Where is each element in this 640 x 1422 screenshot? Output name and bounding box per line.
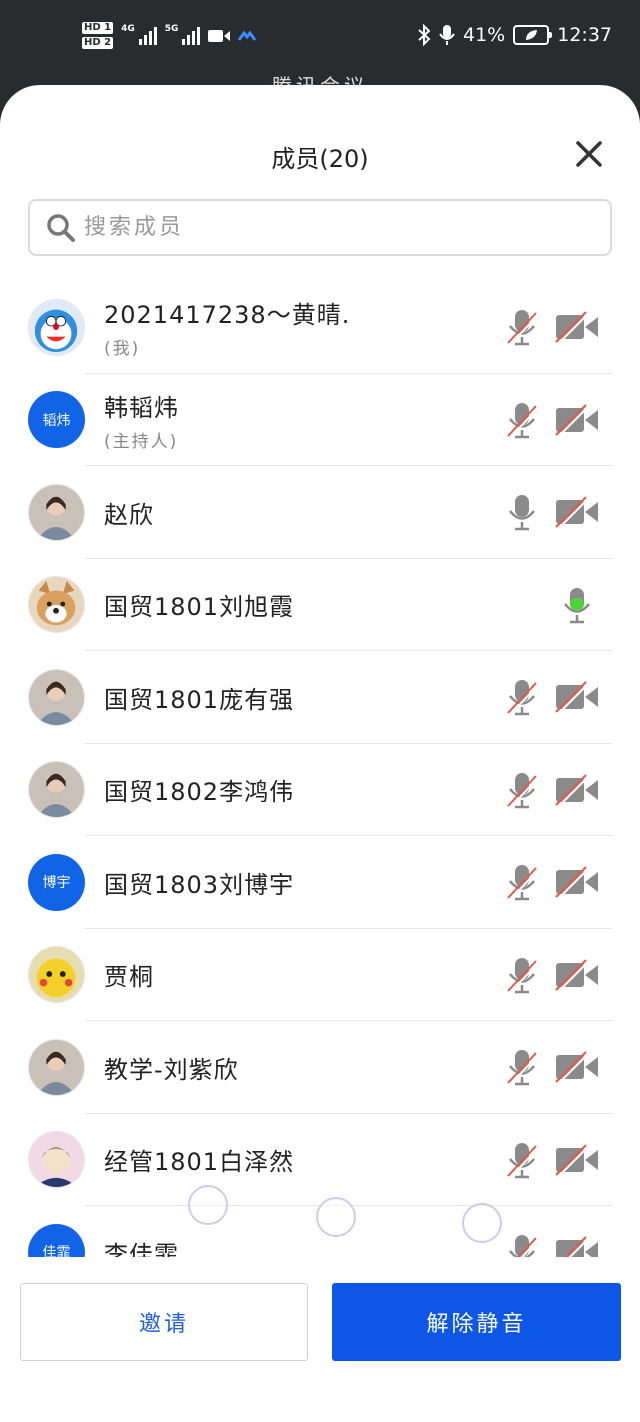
close-button[interactable] (572, 137, 606, 171)
member-row[interactable]: 2021417238～黄晴. (我) (0, 281, 640, 374)
clock: 12:37 (557, 24, 612, 46)
member-row[interactable]: 国贸1801庞有强 (0, 651, 640, 744)
mic-muted-icon[interactable] (505, 400, 539, 440)
member-name: 国贸1803刘博宇 (104, 870, 295, 899)
member-name: 韩韬炜 (104, 393, 179, 422)
dog-avatar (28, 576, 85, 634)
hd-badge-2: HD 2 (82, 37, 114, 49)
mic-muted-icon[interactable] (505, 862, 539, 902)
anime-avatar (28, 1131, 85, 1189)
camera-off-icon[interactable] (554, 495, 600, 530)
member-name-block: 2021417238～黄晴. (我) (104, 295, 350, 359)
member-name: 贾桐 (104, 963, 154, 992)
close-icon (576, 141, 602, 167)
member-name: 国贸1801刘旭霞 (104, 593, 295, 622)
invite-button[interactable]: 邀请 (20, 1283, 308, 1361)
camera-off-icon[interactable] (554, 1235, 600, 1259)
mic-muted-icon[interactable] (505, 677, 539, 717)
member-name-block: 教学-刘紫欣 (104, 1050, 239, 1085)
member-name-block: 李佳霏 (104, 1235, 179, 1259)
member-row[interactable]: 贾桐 (0, 929, 640, 1021)
camera-off-icon[interactable] (554, 680, 600, 715)
member-name-block: 贾桐 (104, 957, 154, 992)
network-type-2: 5G (164, 24, 179, 34)
network-type-1: 4G (121, 24, 135, 34)
person-photo-avatar (28, 761, 85, 819)
member-row[interactable]: 经管1801白泽然 (0, 1114, 640, 1206)
mic-muted-icon[interactable] (505, 307, 539, 347)
member-row[interactable]: 博宇 国贸1803刘博宇 (0, 836, 640, 929)
camera-off-icon[interactable] (554, 865, 600, 900)
camera-off-icon[interactable] (554, 1050, 600, 1085)
video-call-icon (208, 29, 231, 42)
search-box[interactable] (28, 199, 612, 256)
camera-off-icon[interactable] (554, 310, 600, 345)
member-name-block: 国贸1802李鸿伟 (104, 772, 294, 807)
member-name-block: 韩韬炜 (主持人) (104, 388, 179, 452)
member-row[interactable]: 赵欣 (0, 466, 640, 559)
doraemon-avatar (28, 298, 85, 356)
footer: 邀请 解除静音 (0, 1257, 640, 1422)
status-bar: HD 1 HD 2 4G 5G 41% 12:37 (0, 0, 640, 80)
touch-indicator (188, 1185, 228, 1225)
leaf-icon (526, 30, 538, 40)
member-name: 国贸1801庞有强 (104, 685, 295, 714)
bluetooth-icon (418, 24, 431, 46)
mic-muted-icon[interactable] (505, 955, 539, 995)
mic-muted-icon[interactable] (505, 1232, 539, 1259)
person-photo-avatar (28, 483, 85, 541)
avatar-initials: 博宇 (28, 853, 85, 911)
member-name: 赵欣 (104, 500, 154, 529)
member-list[interactable]: 2021417238～黄晴. (我) 韬炜 韩韬炜 (主持人) 赵欣国贸1801刘旭霞 国贸… (0, 281, 640, 1259)
search-icon (47, 213, 75, 242)
member-row[interactable]: 国贸1802李鸿伟 (0, 744, 640, 836)
panel-title: 成员(20) (271, 145, 369, 173)
member-role: (主持人) (104, 431, 179, 452)
camera-off-icon[interactable] (554, 1143, 600, 1178)
member-name-block: 赵欣 (104, 495, 154, 530)
member-row[interactable]: 国贸1801刘旭霞 (0, 559, 640, 651)
signal-icon-2 (182, 26, 201, 45)
touch-indicator (462, 1203, 502, 1243)
unmute-all-button[interactable]: 解除静音 (332, 1283, 621, 1361)
avatar-initials: 韬炜 (28, 391, 85, 449)
mic-muted-icon[interactable] (505, 770, 539, 810)
person-photo-avatar (28, 668, 85, 726)
mic-icon[interactable] (505, 492, 539, 532)
microphone-status-icon (439, 25, 455, 45)
member-name: 李佳霏 (104, 1240, 179, 1259)
hd-badge-1: HD 1 (82, 22, 114, 34)
search-input[interactable] (84, 215, 610, 240)
member-role: (我) (104, 339, 141, 360)
members-sheet: 成员(20) 2021417238～黄晴. (我) 韬炜韩韬炜 (主持人) 赵欣国贸18… (0, 85, 640, 1422)
mic-muted-icon[interactable] (505, 1140, 539, 1180)
camera-off-icon[interactable] (554, 403, 600, 438)
battery-icon (513, 25, 553, 45)
pikachu-avatar (28, 946, 85, 1004)
member-name-block: 国贸1801刘旭霞 (104, 587, 294, 622)
member-name: 2021417238～黄晴. (104, 301, 351, 330)
member-name: 国贸1802李鸿伟 (104, 778, 295, 807)
avatar-initials: 佳霏 (28, 1223, 85, 1259)
member-name-block: 国贸1803刘博宇 (104, 865, 294, 900)
camera-off-icon[interactable] (554, 958, 600, 993)
battery-percent: 41% (463, 24, 506, 46)
person-photo-avatar (28, 1038, 85, 1096)
app-notification-icon (238, 29, 257, 41)
member-row[interactable]: 韬炜 韩韬炜 (主持人) (0, 374, 640, 466)
hd-stack: HD 1 HD 2 (82, 22, 114, 49)
member-name-block: 国贸1801庞有强 (104, 680, 294, 715)
status-left: HD 1 HD 2 4G 5G (82, 22, 257, 49)
mic-speaking-icon[interactable] (560, 585, 594, 625)
touch-indicator (316, 1197, 356, 1237)
member-name: 教学-刘紫欣 (104, 1055, 239, 1084)
mic-muted-icon[interactable] (505, 1047, 539, 1087)
member-row[interactable]: 教学-刘紫欣 (0, 1021, 640, 1114)
status-right: 41% 12:37 (417, 24, 612, 46)
camera-off-icon[interactable] (554, 773, 600, 808)
member-name: 经管1801白泽然 (104, 1148, 295, 1177)
member-name-block: 经管1801白泽然 (104, 1142, 294, 1177)
signal-icon-1 (138, 26, 157, 45)
